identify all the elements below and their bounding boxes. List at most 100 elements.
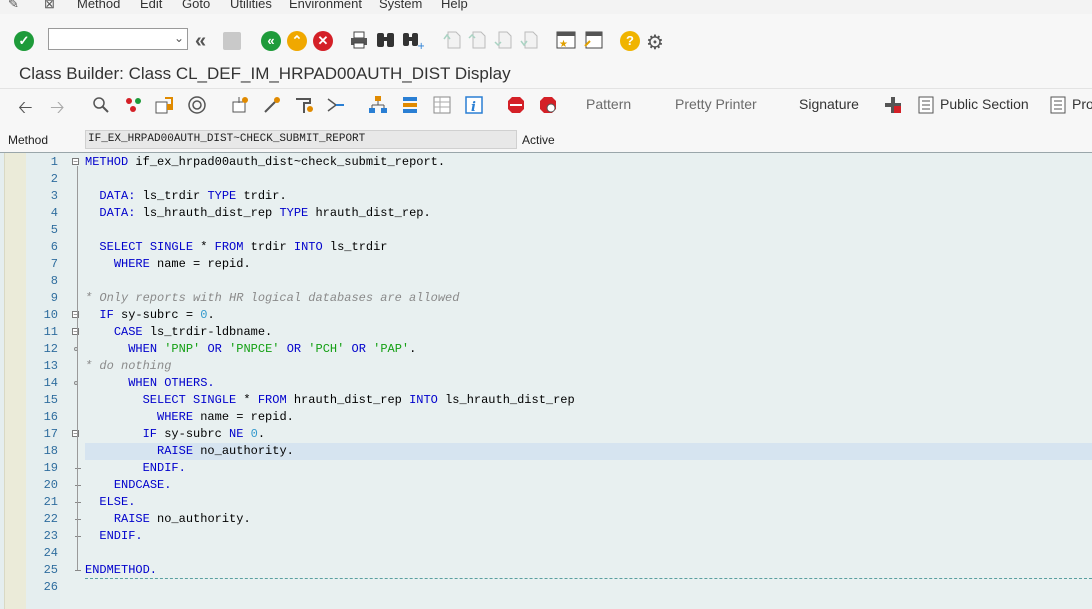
hierarchy-icon[interactable] <box>368 95 388 115</box>
menu-environment[interactable]: Environment <box>289 0 362 11</box>
command-input[interactable] <box>52 30 174 50</box>
code-line[interactable]: 17− IF sy-subrc NE 0. <box>0 426 1092 443</box>
code-line[interactable]: 4 DATA: ls_hrauth_dist_rep TYPE hrauth_d… <box>0 205 1092 222</box>
line-number: 25 <box>43 563 58 577</box>
find-next-icon[interactable]: + <box>402 31 424 49</box>
stack-icon[interactable] <box>400 95 420 115</box>
last-page-icon[interactable] <box>520 30 538 50</box>
code-token: 'PCH' <box>308 342 345 356</box>
external-breakpoint-icon[interactable] <box>538 95 558 115</box>
code-line[interactable]: 14 WHEN OTHERS. <box>0 375 1092 392</box>
menu-help[interactable]: Help <box>441 0 468 11</box>
code-line[interactable]: 1 − METHOD if_ex_hrpad00auth_dist~check_su… <box>0 154 1092 171</box>
code-token: hrauth_dist_rep. <box>308 206 431 220</box>
command-field[interactable]: ⌄ <box>48 28 188 50</box>
print-icon[interactable] <box>350 31 368 49</box>
where-used-icon[interactable] <box>262 95 282 115</box>
code-line[interactable]: 20 ENDCASE. <box>0 477 1092 494</box>
code-line[interactable]: 22 RAISE no_authority. <box>0 511 1092 528</box>
help-icon[interactable]: ? <box>620 31 640 51</box>
code-token: 0 <box>250 427 258 441</box>
fold-toggle-icon[interactable]: − <box>72 158 79 166</box>
signature-button[interactable]: Signature <box>799 96 859 112</box>
sap-logo-icon[interactable]: ⊠ <box>44 0 55 12</box>
code-line[interactable]: 7 WHERE name = repid. <box>0 256 1092 273</box>
code-line[interactable]: 3 DATA: ls_trdir TYPE trdir. <box>0 188 1092 205</box>
table-view-icon[interactable] <box>432 95 452 115</box>
code-line[interactable]: 2 <box>0 171 1092 188</box>
menu-edit[interactable]: Edit <box>140 0 162 11</box>
code-line[interactable]: 26 <box>0 579 1092 596</box>
pattern-button[interactable]: Pattern <box>586 96 631 112</box>
pretty-printer-button[interactable]: Pretty Printer <box>675 96 757 112</box>
fold-end-icon <box>75 485 81 486</box>
insert-statement-icon[interactable] <box>884 96 902 114</box>
menu-method[interactable]: Method <box>77 0 120 11</box>
code-line[interactable]: 10− IF sy-subrc = 0. <box>0 307 1092 324</box>
back-green-icon[interactable]: « <box>261 31 281 51</box>
protected-section-button[interactable]: Pro <box>1072 96 1092 112</box>
code-token: TYPE <box>207 189 237 203</box>
code-line[interactable]: 18 RAISE no_authority. <box>0 443 1092 460</box>
activate-icon[interactable] <box>187 95 207 115</box>
test-icon[interactable] <box>230 96 250 114</box>
save-icon[interactable] <box>223 32 241 50</box>
code-line[interactable]: 25 ENDMETHOD. <box>0 562 1092 579</box>
code-token: ENDIF. <box>99 529 143 543</box>
document-icon[interactable] <box>1050 96 1066 114</box>
arrow-forward-icon[interactable]: 🡢 <box>50 95 65 125</box>
active-inactive-icon[interactable] <box>124 96 144 114</box>
back-icon[interactable]: « <box>195 30 206 53</box>
customize-layout-icon[interactable]: ⚙ <box>646 30 664 55</box>
code-line[interactable]: 19 ENDIF. <box>0 460 1092 477</box>
code-line[interactable]: 8 <box>0 273 1092 290</box>
code-line[interactable]: 12 WHEN 'PNP' OR 'PNPCE' OR 'PCH' OR 'PA… <box>0 341 1092 358</box>
breakpoint-icon[interactable] <box>506 95 526 115</box>
display-change-icon[interactable] <box>92 96 112 114</box>
code-token: WHEN <box>128 342 158 356</box>
public-section-button[interactable]: Public Section <box>940 96 1029 112</box>
arrow-back-icon[interactable]: 🡠 <box>18 95 33 125</box>
code-line[interactable]: 5 <box>0 222 1092 239</box>
info-icon[interactable]: i <box>464 95 484 115</box>
public-section-icon[interactable] <box>918 96 934 114</box>
exit-icon[interactable]: ⌃ <box>287 31 307 51</box>
where-used-list-icon[interactable] <box>294 95 314 115</box>
menu-utilities[interactable]: Utilities <box>230 0 272 11</box>
enter-icon[interactable]: ✓ <box>14 31 34 51</box>
find-icon[interactable] <box>376 31 396 49</box>
code-token: SELECT SINGLE <box>99 240 194 254</box>
code-line[interactable]: 15 SELECT SINGLE * FROM hrauth_dist_rep … <box>0 392 1092 409</box>
chevron-down-icon[interactable]: ⌄ <box>174 31 184 45</box>
code-token: ENDCASE. <box>113 478 172 492</box>
code-line[interactable]: 21 ELSE. <box>0 494 1092 511</box>
standard-toolbar: ✓ ⌄ « « ⌃ ✕ + ★ ? ⚙ <box>0 22 1092 60</box>
sap-menu-icon[interactable]: ✎ <box>8 0 19 12</box>
cancel-icon[interactable]: ✕ <box>313 31 333 51</box>
page-title: Class Builder: Class CL_DEF_IM_HRPAD00AU… <box>19 64 511 83</box>
code-line[interactable]: 23 ENDIF. <box>0 528 1092 545</box>
code-line[interactable]: 9 * Only reports with HR logical database… <box>0 290 1092 307</box>
code-line[interactable]: 13 * do nothing <box>0 358 1092 375</box>
code-line[interactable]: 6 SELECT SINGLE * FROM trdir INTO ls_trd… <box>0 239 1092 256</box>
create-session-icon[interactable]: ★ <box>556 30 576 50</box>
menu-system[interactable]: System <box>379 0 422 11</box>
code-line[interactable]: 24 <box>0 545 1092 562</box>
next-page-icon[interactable] <box>494 30 512 50</box>
menu-goto[interactable]: Goto <box>182 0 210 11</box>
check-icon[interactable] <box>155 96 175 114</box>
svg-text:★: ★ <box>559 39 568 50</box>
code-line[interactable]: 11− CASE ls_trdir-ldbname. <box>0 324 1092 341</box>
shortcut-icon[interactable] <box>583 30 603 50</box>
code-editor[interactable]: 1 − METHOD if_ex_hrpad00auth_dist~check_su… <box>0 152 1092 609</box>
code-text: SELECT SINGLE * FROM hrauth_dist_rep INT… <box>85 392 575 409</box>
navigation-icon[interactable] <box>326 95 346 115</box>
previous-page-icon[interactable] <box>468 30 486 50</box>
code-token: no_authority. <box>149 512 251 526</box>
code-token: hrauth_dist_rep <box>286 393 410 407</box>
first-page-icon[interactable] <box>443 30 461 50</box>
code-line[interactable]: 16 WHERE name = repid. <box>0 409 1092 426</box>
